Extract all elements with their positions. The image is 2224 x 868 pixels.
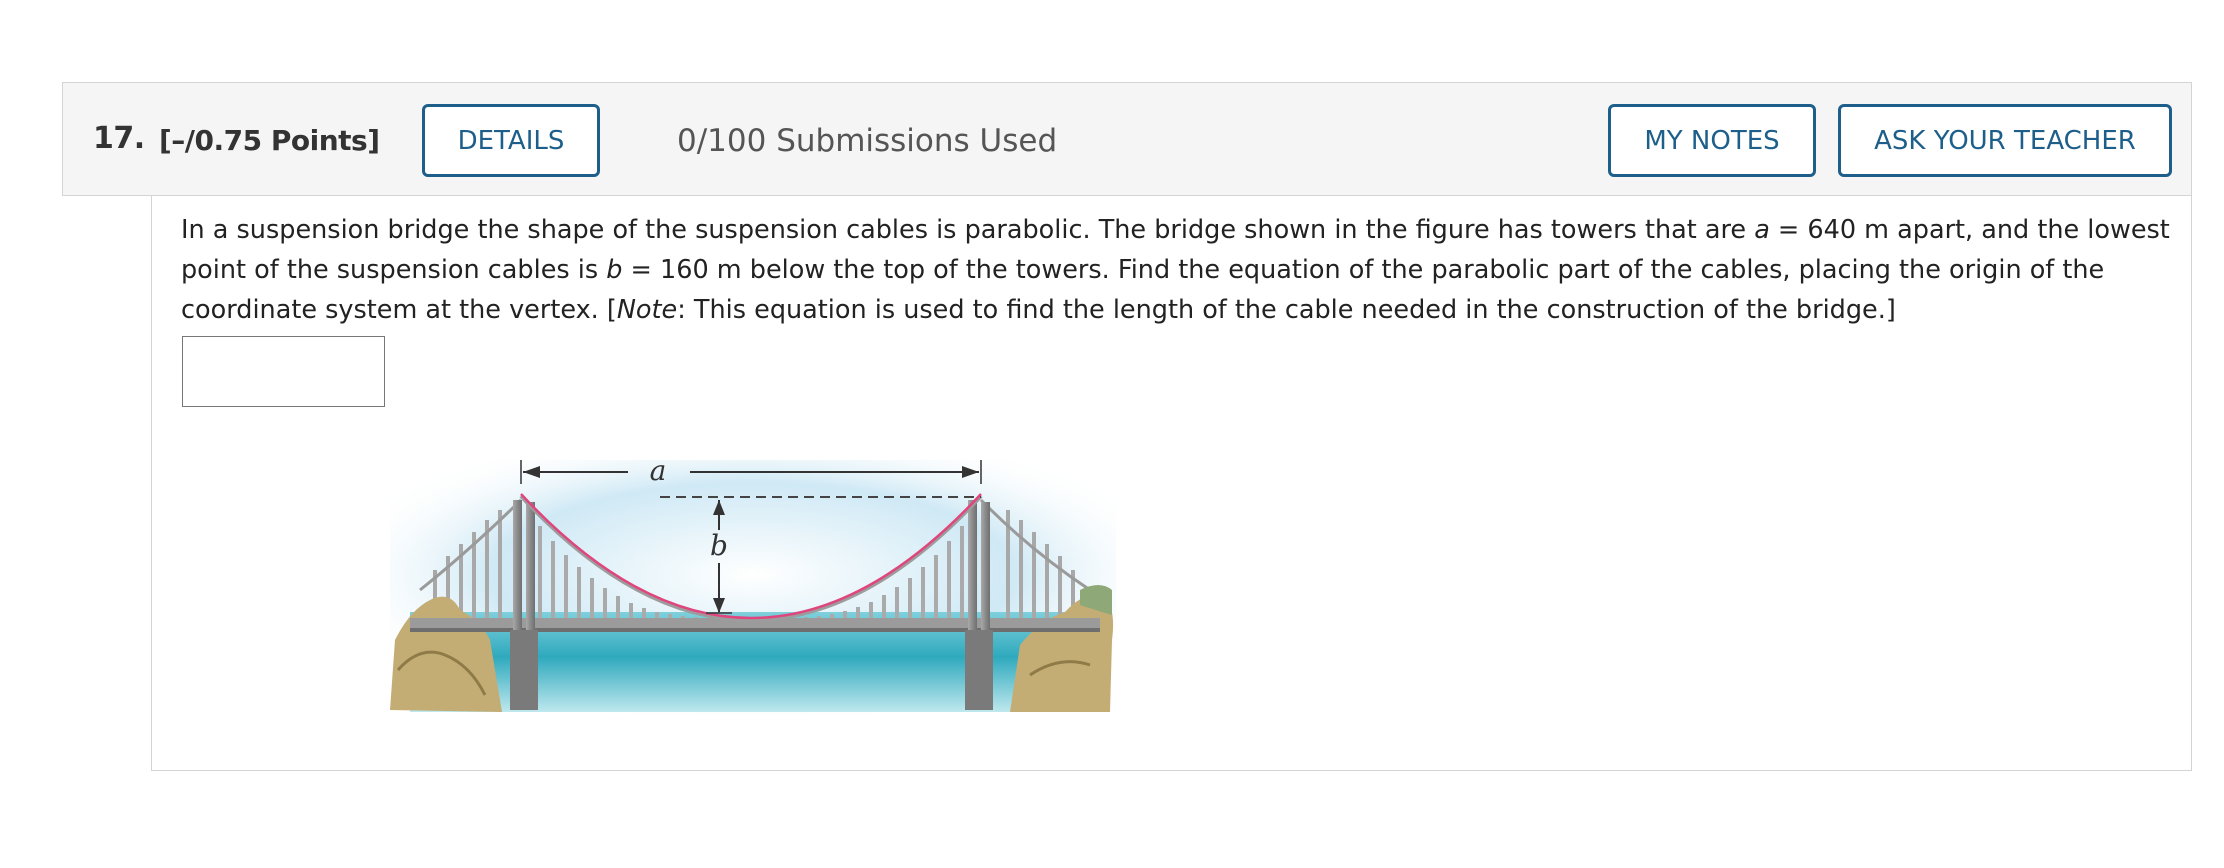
answer-input[interactable] [182,336,385,407]
submissions-used: 0/100 Submissions Used [677,123,1058,159]
question-body: In a suspension bridge the shape of the … [151,196,2192,771]
question-text: In a suspension bridge the shape of the … [181,215,2170,325]
ask-your-teacher-button[interactable]: ASK YOUR TEACHER [1838,104,2172,177]
label-a: a [650,454,667,487]
question-number: 17. [93,121,145,156]
details-button[interactable]: DETAILS [422,104,600,177]
note-label: Note [616,295,678,325]
my-notes-button[interactable]: MY NOTES [1608,104,1816,177]
variable-a: a [1754,215,1770,245]
bridge-figure: a b [390,454,1116,715]
variable-b: b [606,255,623,285]
label-b: b [710,529,728,562]
question-points: [–/0.75 Points] [159,124,380,157]
question-header: 17. [–/0.75 Points] DETAILS 0/100 Submis… [62,82,2192,196]
